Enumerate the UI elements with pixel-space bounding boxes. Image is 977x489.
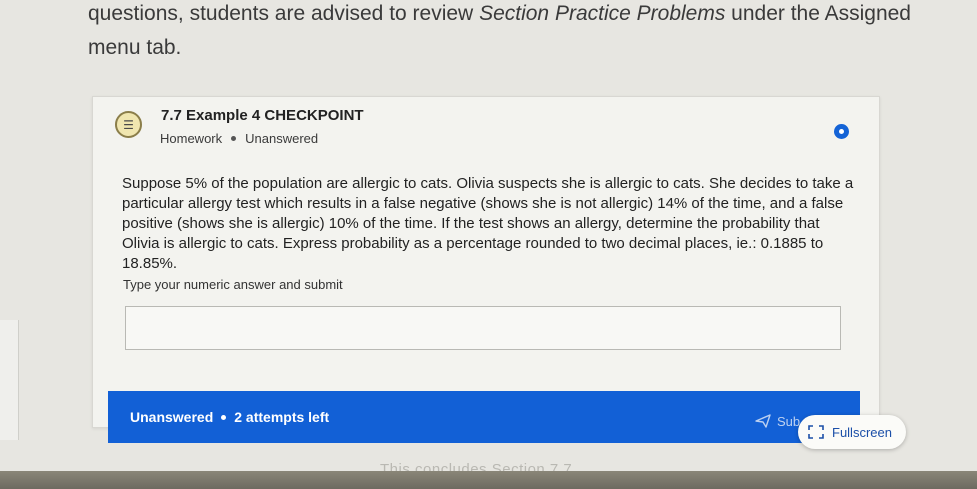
intro-line1-prefix: questions, students are advised to revie… bbox=[88, 2, 480, 25]
fullscreen-label: Fullscreen bbox=[832, 424, 892, 440]
left-panel-edge bbox=[0, 320, 19, 440]
question-title: 7.7 Example 4 CHECKPOINT bbox=[161, 107, 364, 124]
section-practice-link: Section Practice Problems bbox=[479, 2, 726, 25]
intro-line1-suffix: under the Assigned bbox=[725, 2, 911, 25]
list-icon: ☰ bbox=[115, 111, 142, 138]
separator-dot bbox=[221, 414, 227, 420]
fullscreen-button[interactable]: Fullscreen bbox=[798, 415, 906, 449]
answer-input[interactable] bbox=[125, 306, 841, 350]
intro-line2: menu tab. bbox=[88, 36, 182, 59]
question-meta: Homework Unanswered bbox=[160, 131, 318, 146]
separator-dot bbox=[231, 136, 237, 142]
os-dock bbox=[0, 471, 977, 489]
attempts-left: 2 attempts left bbox=[234, 409, 330, 425]
question-status: Unanswered bbox=[245, 131, 319, 146]
bar-status-text: Unanswered bbox=[130, 409, 214, 425]
question-type: Homework bbox=[160, 131, 223, 146]
submission-status: Unanswered 2 attempts left bbox=[130, 409, 329, 425]
intro-text: questions, students are advised to revie… bbox=[88, 0, 968, 65]
answer-prompt: Type your numeric answer and submit bbox=[123, 277, 343, 292]
send-icon bbox=[755, 414, 771, 428]
question-text: Suppose 5% of the population are allergi… bbox=[122, 175, 854, 272]
submit-label: Sub bbox=[777, 413, 801, 429]
expand-icon bbox=[808, 425, 824, 439]
status-indicator-icon bbox=[834, 124, 849, 139]
